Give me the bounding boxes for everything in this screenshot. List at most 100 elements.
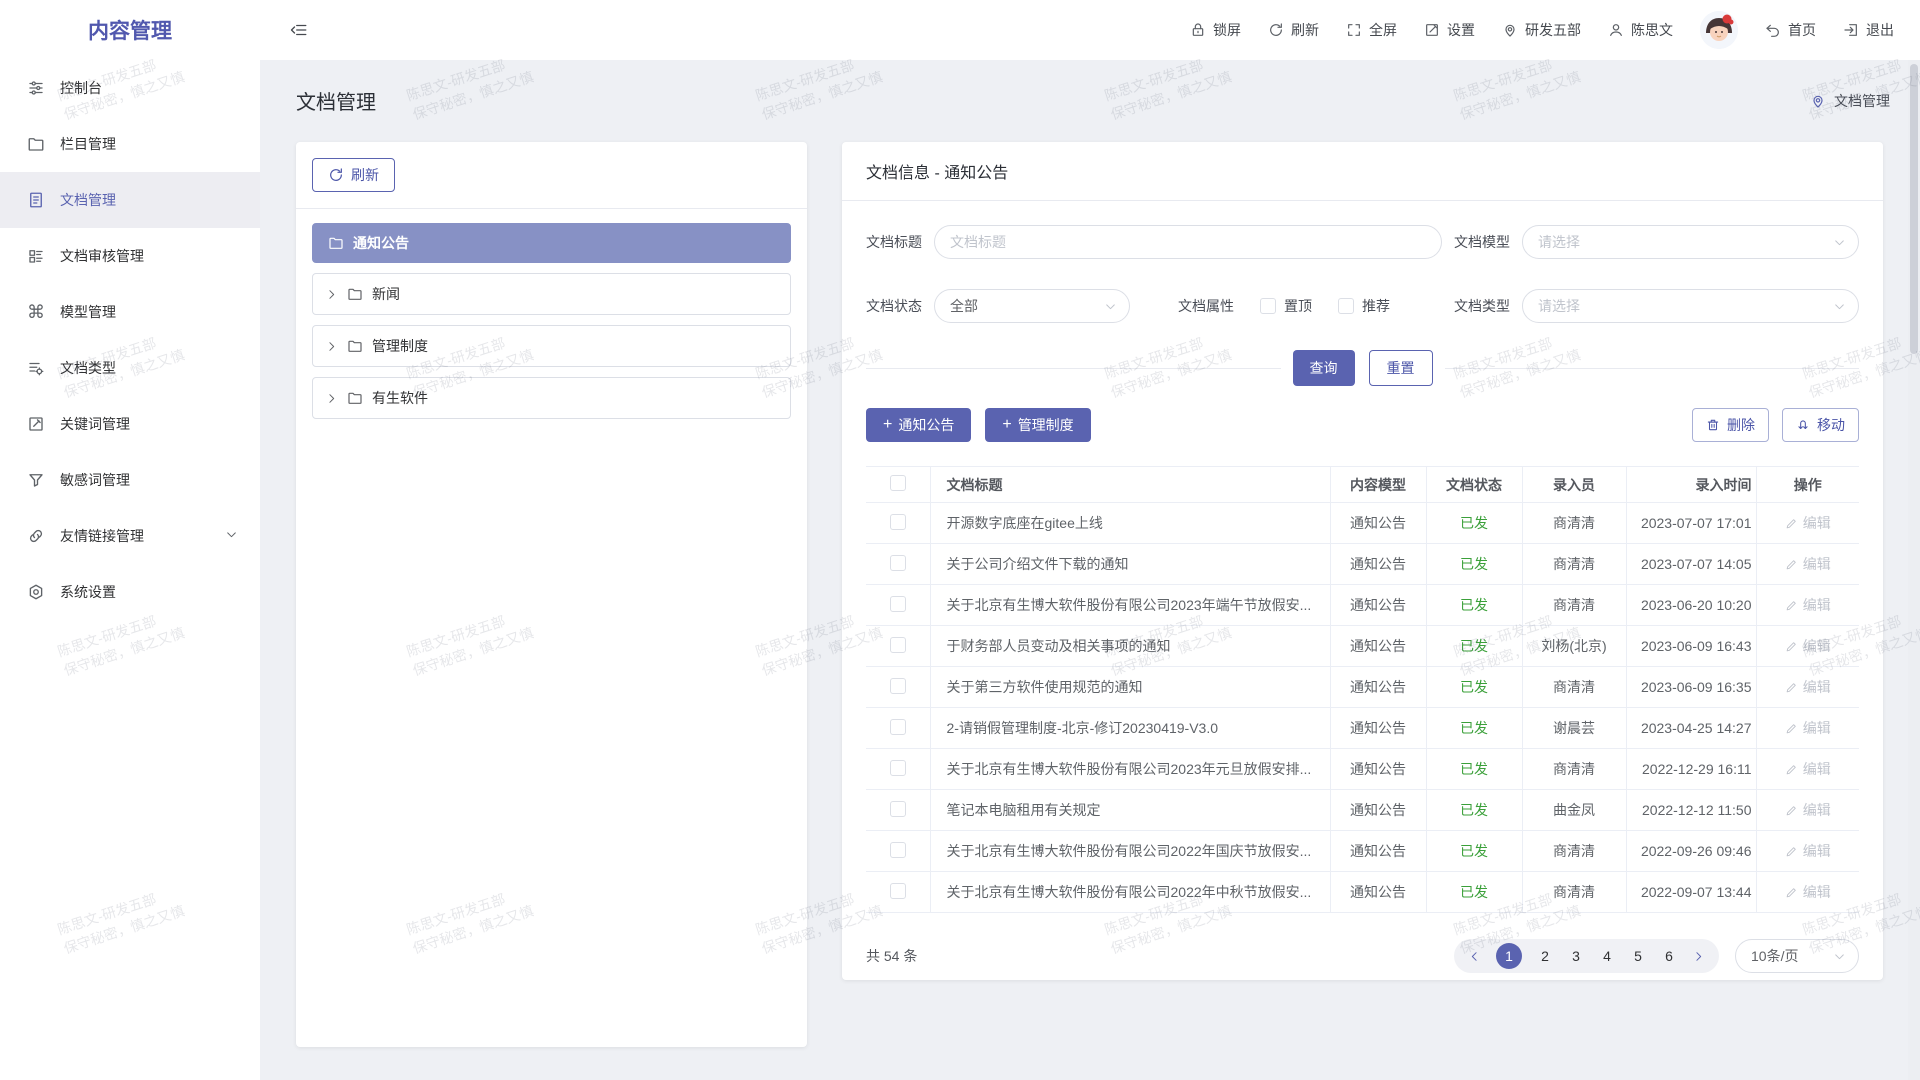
doc-operator: 商清清 [1522, 544, 1626, 585]
fullscreen-button[interactable]: 全屏 [1346, 20, 1397, 40]
move-button[interactable]: 移动 [1782, 408, 1859, 442]
recommend-checkbox[interactable] [1338, 298, 1354, 314]
edit-button[interactable]: 编辑 [1785, 636, 1831, 656]
documents-table: 文档标题 内容模型 文档状态 录入员 录入时间 操作 开源数字底座在gitee上… [866, 466, 1859, 913]
col-operator: 录入员 [1522, 467, 1626, 503]
chevron-right-icon [325, 288, 338, 301]
prev-page-button[interactable] [1468, 950, 1481, 963]
attr-top-option[interactable]: 置顶 [1260, 296, 1312, 316]
scrollbar-thumb[interactable] [1910, 64, 1918, 354]
next-page-button[interactable] [1692, 950, 1705, 963]
edit-button[interactable]: 编辑 [1785, 554, 1831, 574]
doc-title[interactable]: 笔记本电脑租用有关规定 [930, 790, 1330, 831]
doc-time: 2023-06-09 16:43 [1626, 626, 1756, 667]
user-icon [1608, 22, 1624, 38]
row-checkbox[interactable] [890, 801, 906, 817]
select-all-checkbox[interactable] [890, 475, 906, 491]
fullscreen-icon [1346, 22, 1362, 38]
row-checkbox[interactable] [890, 760, 906, 776]
tree-refresh-button[interactable]: 刷新 [312, 158, 395, 192]
doc-status-select[interactable]: 全部 [934, 289, 1130, 323]
doc-title[interactable]: 关于北京有生博大软件股份有限公司2022年国庆节放假安... [930, 831, 1330, 872]
logout-label: 退出 [1866, 20, 1894, 40]
edit-button[interactable]: 编辑 [1785, 595, 1831, 615]
doc-title[interactable]: 关于公司介绍文件下载的通知 [930, 544, 1330, 585]
settings-button[interactable]: 设置 [1424, 20, 1475, 40]
refresh-button[interactable]: 刷新 [1268, 20, 1319, 40]
row-checkbox[interactable] [890, 719, 906, 735]
doc-title[interactable]: 关于第三方软件使用规范的通知 [930, 667, 1330, 708]
edit-button[interactable]: 编辑 [1785, 677, 1831, 697]
page-scrollbar[interactable] [1908, 60, 1920, 1080]
add-rule-button[interactable]: + 管理制度 [985, 408, 1090, 442]
page-number[interactable]: 3 [1568, 948, 1584, 964]
sidebar-item-columns[interactable]: 栏目管理 [0, 116, 260, 172]
doc-title[interactable]: 关于北京有生博大软件股份有限公司2022年中秋节放假安... [930, 872, 1330, 913]
tree-node-news[interactable]: 新闻 [312, 273, 791, 315]
home-button[interactable]: 首页 [1765, 20, 1816, 40]
pencil-icon [1785, 886, 1798, 899]
tree-node-label: 通知公告 [353, 233, 409, 253]
doc-type-select[interactable]: 请选择 [1522, 289, 1859, 323]
row-checkbox[interactable] [890, 596, 906, 612]
pencil-icon [1785, 722, 1798, 735]
add-notice-button[interactable]: + 通知公告 [866, 408, 971, 442]
sidebar-item-doc-types[interactable]: 文档类型 [0, 340, 260, 396]
page-number[interactable]: 4 [1599, 948, 1615, 964]
edit-button[interactable]: 编辑 [1785, 513, 1831, 533]
tree-node-software[interactable]: 有生软件 [312, 377, 791, 419]
doc-model-select[interactable]: 请选择 [1522, 225, 1859, 259]
page-size-select[interactable]: 10条/页 [1735, 939, 1859, 973]
sidebar-item-keywords[interactable]: 关键词管理 [0, 396, 260, 452]
tree-node-rules[interactable]: 管理制度 [312, 325, 791, 367]
doc-title[interactable]: 于财务部人员变动及相关事项的通知 [930, 626, 1330, 667]
edit-button[interactable]: 编辑 [1785, 882, 1831, 902]
page-number[interactable]: 6 [1661, 948, 1677, 964]
row-checkbox[interactable] [890, 555, 906, 571]
doc-time: 2023-04-25 14:27 [1626, 708, 1756, 749]
row-checkbox[interactable] [890, 842, 906, 858]
edit-button[interactable]: 编辑 [1785, 759, 1831, 779]
row-checkbox[interactable] [890, 514, 906, 530]
reset-button[interactable]: 重置 [1369, 350, 1433, 386]
tree-node-notice[interactable]: 通知公告 [312, 223, 791, 263]
status-badge: 已发 [1426, 831, 1522, 872]
sidebar-item-documents[interactable]: 文档管理 [0, 172, 260, 228]
row-checkbox[interactable] [890, 678, 906, 694]
row-checkbox[interactable] [890, 637, 906, 653]
doc-title[interactable]: 关于北京有生博大软件股份有限公司2023年元旦放假安排... [930, 749, 1330, 790]
sidebar-item-friend-links[interactable]: 友情链接管理 [0, 508, 260, 564]
edit-button[interactable]: 编辑 [1785, 800, 1831, 820]
doc-title[interactable]: 关于北京有生博大软件股份有限公司2023年端午节放假安... [930, 585, 1330, 626]
sidebar-item-doc-review[interactable]: 文档审核管理 [0, 228, 260, 284]
sidebar-item-console[interactable]: 控制台 [0, 60, 260, 116]
department-indicator[interactable]: 研发五部 [1502, 20, 1581, 40]
page-number[interactable]: 1 [1496, 943, 1522, 969]
lock-screen-button[interactable]: 锁屏 [1190, 20, 1241, 40]
edit-button[interactable]: 编辑 [1785, 841, 1831, 861]
logout-button[interactable]: 退出 [1843, 20, 1894, 40]
row-checkbox[interactable] [890, 883, 906, 899]
sidebar-item-label: 栏目管理 [60, 134, 116, 154]
sidebar-item-models[interactable]: ⌘ 模型管理 [0, 284, 260, 340]
user-menu[interactable]: 陈思文 [1608, 20, 1673, 40]
search-button[interactable]: 查询 [1293, 350, 1355, 386]
doc-title-input[interactable] [934, 225, 1442, 259]
doc-title[interactable]: 2-请销假管理制度-北京-修订20230419-V3.0 [930, 708, 1330, 749]
page-number[interactable]: 5 [1630, 948, 1646, 964]
sidebar-item-sensitive-words[interactable]: 敏感词管理 [0, 452, 260, 508]
top-checkbox[interactable] [1260, 298, 1276, 314]
doc-model: 通知公告 [1330, 749, 1426, 790]
edit-button[interactable]: 编辑 [1785, 718, 1831, 738]
user-avatar[interactable] [1700, 11, 1738, 49]
doc-model: 通知公告 [1330, 831, 1426, 872]
sidebar-item-label: 文档类型 [60, 358, 116, 378]
sidebar-item-system-settings[interactable]: 系统设置 [0, 564, 260, 620]
page-number[interactable]: 2 [1537, 948, 1553, 964]
delete-button[interactable]: 删除 [1692, 408, 1769, 442]
sidebar-collapse-icon[interactable] [290, 21, 308, 39]
table-row: 关于北京有生博大软件股份有限公司2022年中秋节放假安... 通知公告 已发 商… [866, 872, 1859, 913]
doc-title[interactable]: 开源数字底座在gitee上线 [930, 503, 1330, 544]
add-rule-label: 管理制度 [1018, 415, 1074, 435]
attr-recommend-option[interactable]: 推荐 [1338, 296, 1390, 316]
